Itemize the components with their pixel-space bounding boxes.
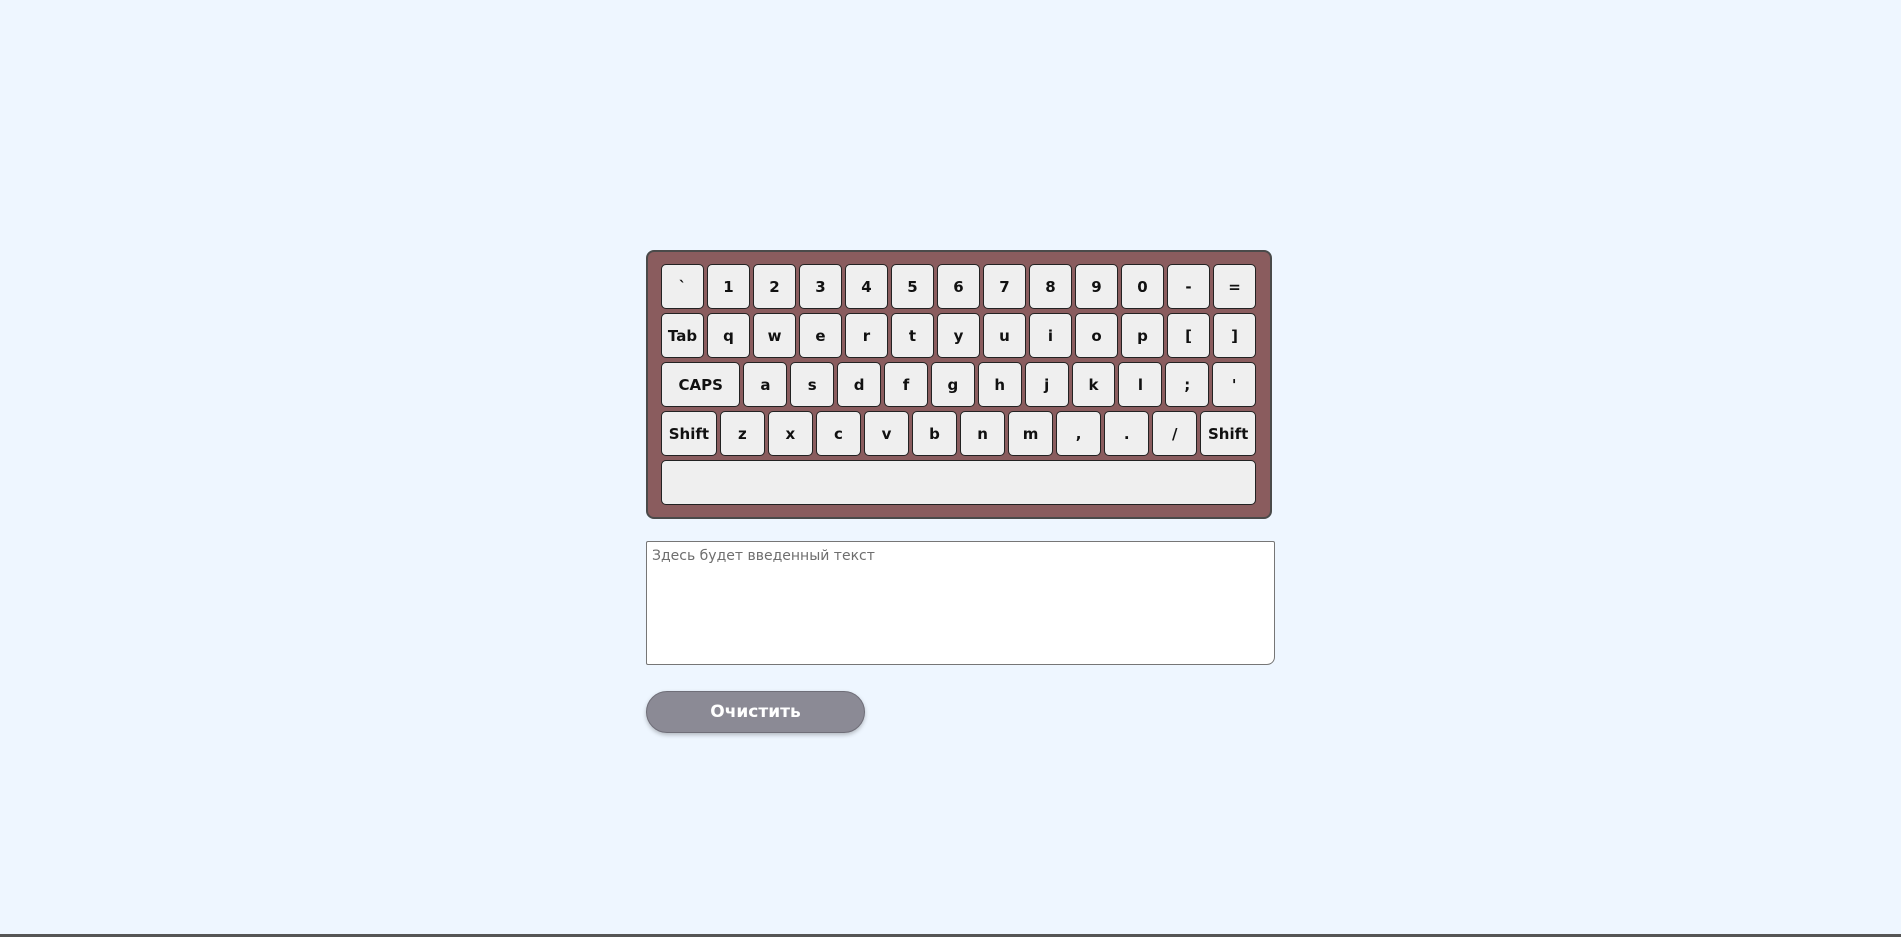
key-a[interactable]: a bbox=[743, 362, 788, 407]
key-i[interactable]: i bbox=[1029, 313, 1072, 358]
key-'[interactable]: ' bbox=[1212, 362, 1257, 407]
key-h[interactable]: h bbox=[977, 362, 1022, 407]
key-s[interactable]: s bbox=[790, 362, 835, 407]
key-/[interactable]: / bbox=[1152, 411, 1198, 456]
key-`[interactable]: ` bbox=[661, 264, 704, 309]
key-j[interactable]: j bbox=[1024, 362, 1069, 407]
key-shift-left[interactable]: Shift bbox=[661, 411, 717, 456]
key-2[interactable]: 2 bbox=[753, 264, 796, 309]
key-z[interactable]: z bbox=[719, 411, 765, 456]
key-6[interactable]: 6 bbox=[937, 264, 980, 309]
key-b[interactable]: b bbox=[911, 411, 958, 456]
key-e[interactable]: e bbox=[799, 313, 842, 358]
key-u[interactable]: u bbox=[983, 313, 1026, 358]
key-8[interactable]: 8 bbox=[1029, 264, 1072, 309]
key-v[interactable]: v bbox=[863, 411, 909, 456]
key-9[interactable]: 9 bbox=[1075, 264, 1118, 309]
key-space[interactable] bbox=[661, 460, 1256, 505]
key-=[interactable]: = bbox=[1213, 264, 1256, 309]
key-tab[interactable]: Tab bbox=[661, 313, 704, 358]
key-q[interactable]: q bbox=[707, 313, 750, 358]
key-shift-right[interactable]: Shift bbox=[1200, 411, 1257, 456]
key-,[interactable]: , bbox=[1056, 411, 1102, 456]
key-caps[interactable]: CAPS bbox=[661, 362, 741, 407]
key-5[interactable]: 5 bbox=[891, 264, 934, 309]
key-1[interactable]: 1 bbox=[707, 264, 750, 309]
key-g[interactable]: g bbox=[930, 362, 975, 407]
key-][interactable]: ] bbox=[1213, 313, 1256, 358]
key-0[interactable]: 0 bbox=[1121, 264, 1164, 309]
virtual-keyboard: ` 1 2 3 4 5 6 7 8 9 0- = Tab q w e r t y u i o p[] CAPS a s d f g h j k… bbox=[646, 250, 1272, 519]
key-d[interactable]: d bbox=[837, 362, 882, 407]
key-m[interactable]: m bbox=[1008, 411, 1054, 456]
key-c[interactable]: c bbox=[815, 411, 861, 456]
key-.[interactable]: . bbox=[1104, 411, 1150, 456]
clear-button[interactable]: Очистить bbox=[646, 691, 865, 733]
key-[[interactable]: [ bbox=[1167, 313, 1210, 358]
key-f[interactable]: f bbox=[884, 362, 928, 407]
key-7[interactable]: 7 bbox=[983, 264, 1026, 309]
key-r[interactable]: r bbox=[845, 313, 888, 358]
key-;[interactable]: ; bbox=[1165, 362, 1210, 407]
key-w[interactable]: w bbox=[753, 313, 796, 358]
key-4[interactable]: 4 bbox=[845, 264, 888, 309]
keyboard-row: Tab q w e r t y u i o p[] bbox=[661, 313, 1256, 358]
key-l[interactable]: l bbox=[1118, 362, 1163, 407]
keyboard-row: Shift z x c v b n m,. / Shift bbox=[661, 411, 1257, 456]
key--[interactable]: - bbox=[1167, 264, 1210, 309]
key-3[interactable]: 3 bbox=[799, 264, 842, 309]
keyboard-row: ` 1 2 3 4 5 6 7 8 9 0- = bbox=[661, 264, 1256, 309]
key-o[interactable]: o bbox=[1075, 313, 1118, 358]
key-k[interactable]: k bbox=[1071, 362, 1116, 407]
key-t[interactable]: t bbox=[891, 313, 934, 358]
key-y[interactable]: y bbox=[937, 313, 980, 358]
keyboard-row: CAPS a s d f g h j k l; ' bbox=[661, 362, 1257, 407]
keyboard-row bbox=[661, 460, 1256, 505]
key-n[interactable]: n bbox=[960, 411, 1006, 456]
page: ` 1 2 3 4 5 6 7 8 9 0- = Tab q w e r t y u i o p[] CAPS a s d f g h j k… bbox=[0, 0, 1901, 937]
key-x[interactable]: x bbox=[767, 411, 813, 456]
key-p[interactable]: p bbox=[1121, 313, 1164, 358]
output-textarea[interactable] bbox=[646, 541, 1275, 665]
